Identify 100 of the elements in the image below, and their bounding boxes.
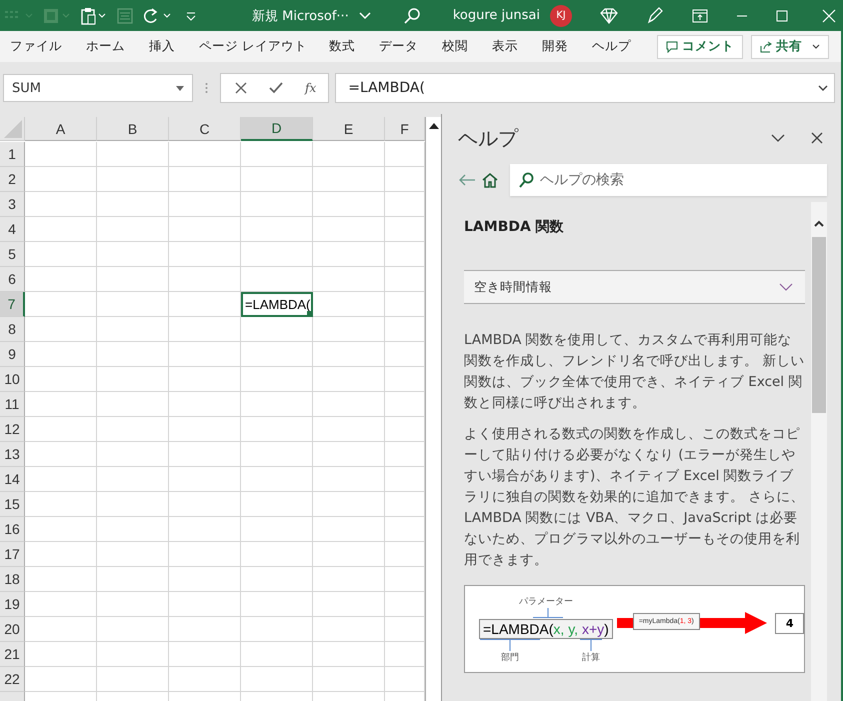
- grid-cell[interactable]: [97, 567, 169, 592]
- grid-cell[interactable]: [241, 317, 313, 342]
- grid-cell[interactable]: [313, 617, 385, 642]
- grid-cell[interactable]: [313, 442, 385, 467]
- grid-cell[interactable]: [313, 392, 385, 417]
- grid-cell[interactable]: [25, 392, 97, 417]
- grid-cell[interactable]: [241, 492, 313, 517]
- row-header[interactable]: 6: [0, 267, 25, 292]
- row-header[interactable]: 5: [0, 242, 25, 267]
- grid-cell[interactable]: [97, 192, 169, 217]
- grid-cell[interactable]: [169, 267, 241, 292]
- grid-cell[interactable]: [241, 142, 313, 167]
- grid-cell[interactable]: [97, 442, 169, 467]
- ribbon-tab[interactable]: 校閲: [442, 38, 468, 55]
- row-header[interactable]: 2: [0, 167, 25, 192]
- column-header[interactable]: C: [169, 117, 241, 141]
- film-icon[interactable]: [42, 8, 72, 24]
- grid-cell[interactable]: [313, 667, 385, 692]
- row-header[interactable]: 8: [0, 317, 25, 342]
- row-header[interactable]: 21: [0, 642, 25, 667]
- grid-cell[interactable]: [169, 567, 241, 592]
- grid-cell[interactable]: [169, 642, 241, 667]
- collapsible-section[interactable]: 空き時間情報: [464, 270, 805, 304]
- grid-cell[interactable]: [97, 292, 169, 317]
- grid-cell[interactable]: [241, 392, 313, 417]
- grid-cell[interactable]: [169, 242, 241, 267]
- grid-cell[interactable]: [169, 342, 241, 367]
- grid-cell[interactable]: [241, 342, 313, 367]
- grid-cell[interactable]: [97, 367, 169, 392]
- grid-cell[interactable]: [97, 342, 169, 367]
- grid-cell[interactable]: [313, 467, 385, 492]
- user-avatar[interactable]: KJ: [550, 4, 572, 26]
- grid-cell[interactable]: [241, 467, 313, 492]
- grid-cell[interactable]: [313, 417, 385, 442]
- grid-cell[interactable]: [169, 167, 241, 192]
- grid-cell[interactable]: [313, 342, 385, 367]
- grid-cell[interactable]: [169, 667, 241, 692]
- grid-cell[interactable]: [313, 242, 385, 267]
- ribbon-tab[interactable]: ホーム: [86, 38, 125, 55]
- grid-cell[interactable]: [25, 467, 97, 492]
- comment-button[interactable]: コメント: [657, 34, 743, 58]
- formula-field[interactable]: =LAMBDA(: [335, 73, 835, 103]
- grid-cell[interactable]: [97, 167, 169, 192]
- row-header[interactable]: 14: [0, 467, 25, 492]
- grid-cell[interactable]: [169, 417, 241, 442]
- grid-cell[interactable]: [25, 492, 97, 517]
- grid-cell[interactable]: [241, 217, 313, 242]
- grid-cell[interactable]: [313, 567, 385, 592]
- row-header[interactable]: 20: [0, 617, 25, 642]
- column-header[interactable]: B: [97, 117, 169, 141]
- check-icon[interactable]: [269, 82, 283, 94]
- grid-cell[interactable]: [25, 242, 97, 267]
- row-header[interactable]: 9: [0, 342, 25, 367]
- grid-cell[interactable]: [169, 192, 241, 217]
- grid-cell[interactable]: [97, 492, 169, 517]
- row-header[interactable]: 1: [0, 142, 25, 167]
- grid-cell[interactable]: [241, 192, 313, 217]
- grid-cell[interactable]: [25, 592, 97, 617]
- grid-cell[interactable]: [241, 592, 313, 617]
- form-icon[interactable]: [116, 6, 134, 24]
- grid-cell[interactable]: [25, 517, 97, 542]
- grid-cell[interactable]: [169, 492, 241, 517]
- grid-cell[interactable]: [241, 642, 313, 667]
- row-header[interactable]: 4: [0, 217, 25, 242]
- grid-cell[interactable]: [97, 417, 169, 442]
- row-header[interactable]: 10: [0, 367, 25, 392]
- grid-cell[interactable]: [97, 392, 169, 417]
- scrollbar-thumb[interactable]: [812, 237, 826, 413]
- ribbon-tab[interactable]: 表示: [492, 38, 518, 55]
- grid-cell[interactable]: [169, 367, 241, 392]
- grid-cell[interactable]: [25, 667, 97, 692]
- name-box[interactable]: SUM: [3, 74, 193, 102]
- grid-cell[interactable]: [241, 617, 313, 642]
- grid-cell[interactable]: [313, 492, 385, 517]
- chevron-down-icon[interactable]: [771, 134, 785, 142]
- grid-cell[interactable]: [313, 142, 385, 167]
- grid-cell[interactable]: [97, 542, 169, 567]
- ribbon-display-icon[interactable]: [692, 8, 708, 22]
- row-header[interactable]: 16: [0, 517, 25, 542]
- home-icon[interactable]: [482, 172, 498, 188]
- ribbon-tab[interactable]: 数式: [328, 38, 355, 55]
- grid-cell[interactable]: [97, 317, 169, 342]
- share-button[interactable]: 共有: [751, 34, 829, 58]
- insert-function-button[interactable]: fx: [305, 81, 316, 95]
- pen-icon[interactable]: [646, 6, 664, 24]
- grid-cell[interactable]: [25, 417, 97, 442]
- back-arrow-icon[interactable]: [458, 174, 476, 186]
- search-icon[interactable]: [402, 6, 421, 24]
- grid-cell[interactable]: [169, 317, 241, 342]
- clipboard-icon[interactable]: [80, 6, 108, 24]
- row-header[interactable]: 22: [0, 667, 25, 692]
- row-header[interactable]: 12: [0, 417, 25, 442]
- grid-cell[interactable]: [169, 467, 241, 492]
- grid-cell[interactable]: [25, 192, 97, 217]
- grid-cell[interactable]: [97, 642, 169, 667]
- grid-cell[interactable]: [97, 267, 169, 292]
- column-header[interactable]: E: [313, 117, 385, 141]
- grid-cell[interactable]: [241, 567, 313, 592]
- ribbon-tab[interactable]: ヘルプ: [592, 38, 631, 55]
- grid-cell[interactable]: [313, 217, 385, 242]
